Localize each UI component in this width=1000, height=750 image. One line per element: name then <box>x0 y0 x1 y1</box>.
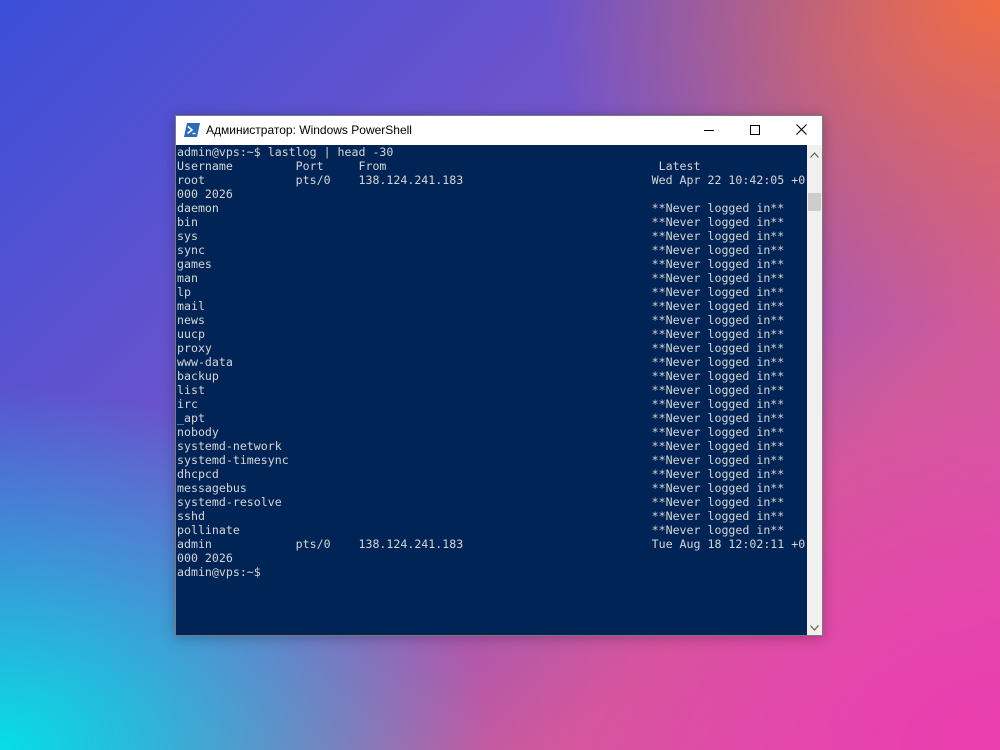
terminal-line: mail **Never logged in** <box>177 299 785 313</box>
terminal-line: sys **Never logged in** <box>177 229 785 243</box>
terminal-line: list **Never logged in** <box>177 383 785 397</box>
terminal-line: lp **Never logged in** <box>177 285 785 299</box>
terminal-line: games **Never logged in** <box>177 257 785 271</box>
powershell-icon <box>184 123 200 137</box>
terminal-line: daemon **Never logged in** <box>177 201 785 215</box>
terminal-line: sshd **Never logged in** <box>177 509 785 523</box>
terminal-line: systemd-timesync **Never logged in** <box>177 453 785 467</box>
terminal-line: admin@vps:~$ <box>177 565 261 579</box>
scroll-up-button[interactable] <box>807 145 822 162</box>
terminal-line: backup **Never logged in** <box>177 369 785 383</box>
chevron-up-icon <box>810 145 819 163</box>
terminal-line: Username Port From Latest <box>177 159 701 173</box>
terminal-line: irc **Never logged in** <box>177 397 785 411</box>
terminal-line: admin pts/0 138.124.241.183 Tue Aug 18 1… <box>177 537 806 551</box>
scroll-down-button[interactable] <box>807 618 822 635</box>
terminal-line: root pts/0 138.124.241.183 Wed Apr 22 10… <box>177 173 806 187</box>
close-icon <box>795 122 807 140</box>
powershell-window: Администратор: Windows PowerShell admin@… <box>175 115 823 636</box>
terminal-line: messagebus **Never logged in** <box>177 481 785 495</box>
vertical-scrollbar[interactable] <box>807 145 822 635</box>
terminal-line: man **Never logged in** <box>177 271 785 285</box>
terminal-line: news **Never logged in** <box>177 313 785 327</box>
window-title: Администратор: Windows PowerShell <box>206 123 412 137</box>
terminal-line: uucp **Never logged in** <box>177 327 785 341</box>
minimize-button[interactable] <box>686 116 732 145</box>
chevron-down-icon <box>810 618 819 636</box>
terminal-output-area[interactable]: admin@vps:~$ lastlog | head -30 Username… <box>176 145 807 635</box>
scrollbar-thumb[interactable] <box>808 193 821 211</box>
terminal-line: 000 2026 <box>177 187 233 201</box>
minimize-icon <box>704 122 714 140</box>
title-bar[interactable]: Администратор: Windows PowerShell <box>176 116 822 145</box>
terminal-line: dhcpcd **Never logged in** <box>177 467 785 481</box>
terminal-line: pollinate **Never logged in** <box>177 523 785 537</box>
terminal-line: 000 2026 <box>177 551 233 565</box>
terminal-line: systemd-network **Never logged in** <box>177 439 785 453</box>
terminal-line: bin **Never logged in** <box>177 215 785 229</box>
terminal-line: _apt **Never logged in** <box>177 411 785 425</box>
maximize-button[interactable] <box>732 116 778 145</box>
terminal-line: www-data **Never logged in** <box>177 355 785 369</box>
terminal-line: nobody **Never logged in** <box>177 425 785 439</box>
close-button[interactable] <box>778 116 824 145</box>
terminal-text: admin@vps:~$ lastlog | head -30 Username… <box>177 145 805 579</box>
terminal-line: sync **Never logged in** <box>177 243 785 257</box>
terminal-line: admin@vps:~$ lastlog | head -30 <box>177 145 394 159</box>
terminal-line: systemd-resolve **Never logged in** <box>177 495 785 509</box>
maximize-icon <box>750 122 760 140</box>
terminal-line: proxy **Never logged in** <box>177 341 785 355</box>
